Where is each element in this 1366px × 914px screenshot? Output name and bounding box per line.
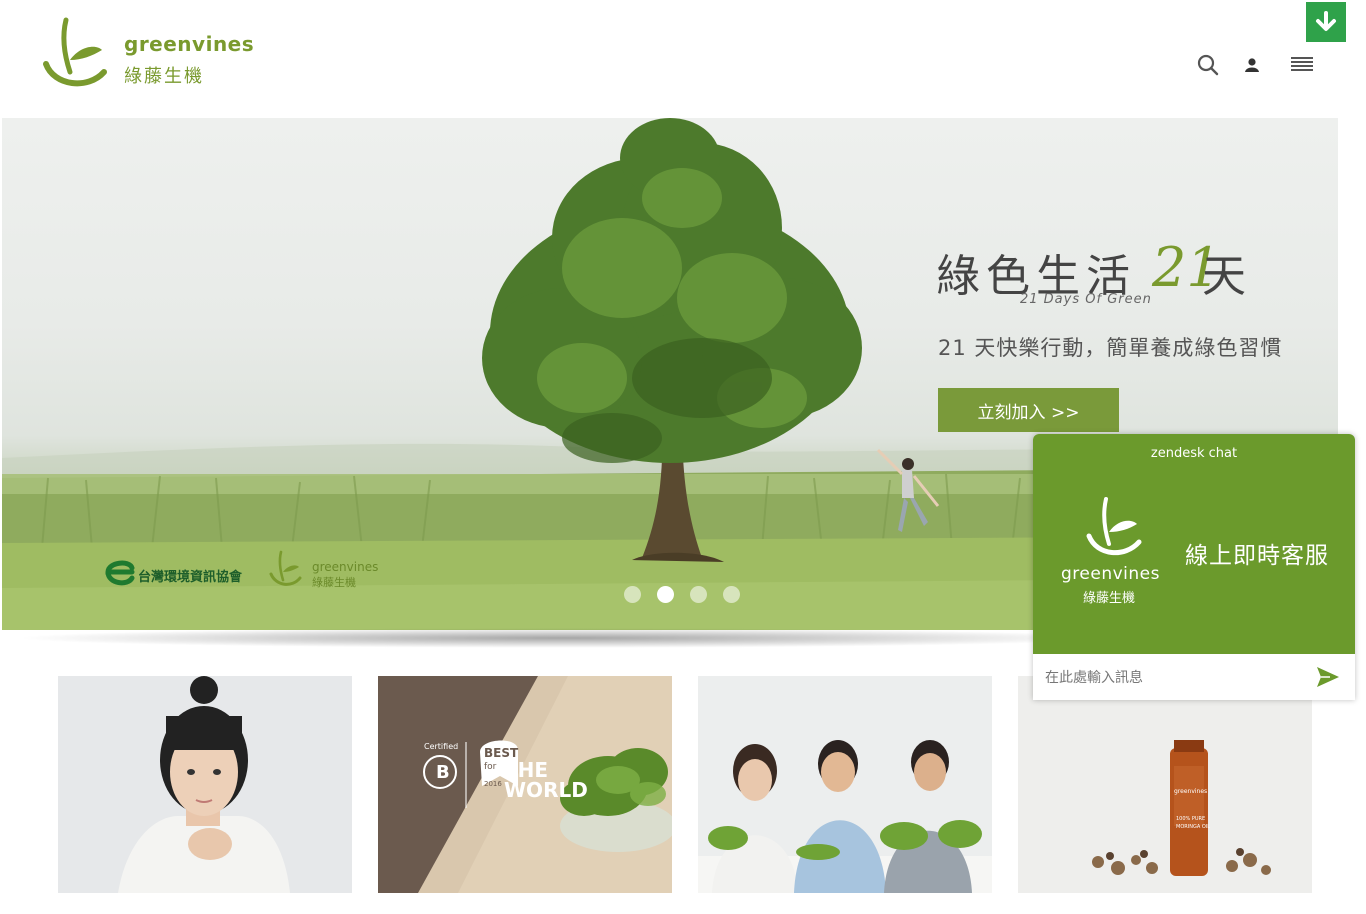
page: greenvines 綠藤生機 台灣環境資訊協會 greenvines 綠藤生機… — [0, 0, 1366, 914]
menu-icon — [1291, 57, 1313, 71]
card-bcorp[interactable]: Certified B BEST for 2016 THE WORLD — [378, 676, 672, 893]
chat-sprout-logo-icon — [1086, 497, 1142, 556]
hero-subtitle: 21 天快樂行動，簡單養成綠色習慣 — [938, 336, 1283, 360]
product-label-1: 100% PURE — [1176, 816, 1206, 822]
chat-title: 線上即時客服 — [1185, 543, 1329, 569]
chat-header: zendesk chat greenvines 綠藤生機 線上即時客服 — [1033, 434, 1355, 654]
sprout-logo-icon — [43, 17, 107, 87]
portrait-image — [58, 676, 352, 893]
chat-widget[interactable]: zendesk chat greenvines 綠藤生機 線上即時客服 — [1033, 434, 1355, 700]
send-icon — [1317, 667, 1339, 687]
product-label-2: MORINGA OIL — [1176, 824, 1211, 830]
greenvines-small-logo-icon — [269, 550, 302, 586]
brand-name-zh: 綠藤生機 — [124, 66, 204, 87]
hero-title-suffix: 天 — [1202, 251, 1246, 302]
arrow-down-icon — [1316, 11, 1336, 31]
carousel-dot-1[interactable] — [624, 586, 641, 603]
carousel-dot-2[interactable] — [657, 586, 674, 603]
team-image — [698, 676, 992, 893]
search-icon — [1197, 54, 1219, 76]
card-portrait[interactable] — [58, 676, 352, 893]
best-year-label: 2016 — [484, 780, 502, 788]
brand-name-en: greenvines — [124, 32, 255, 56]
the-world-label: THE WORLD — [504, 758, 588, 802]
chat-logo-zh: 綠藤生機 — [1083, 591, 1136, 606]
partner-brand-zh: 綠藤生機 — [312, 576, 356, 589]
download-button[interactable] — [1306, 2, 1346, 42]
bcorp-b-label: B — [436, 762, 450, 783]
etea-logo-icon — [105, 560, 135, 586]
join-now-button[interactable]: 立刻加入 >> — [938, 388, 1119, 432]
card-team[interactable] — [698, 676, 992, 893]
hero-title-en: 21 Days Of Green — [1020, 292, 1152, 307]
carousel-dot-3[interactable] — [690, 586, 707, 603]
partner-brand-en: greenvines — [312, 560, 379, 574]
carousel-dot-4[interactable] — [723, 586, 740, 603]
partner-logos: 台灣環境資訊協會 greenvines 綠藤生機 — [102, 550, 402, 594]
hero-shadow — [14, 628, 1114, 648]
site-header: greenvines 綠藤生機 — [0, 0, 1366, 118]
user-icon — [1245, 58, 1259, 72]
search-button[interactable] — [1193, 50, 1223, 80]
chat-brand: zendesk chat — [1150, 446, 1238, 461]
carousel-dots — [624, 586, 740, 603]
chat-message-input[interactable] — [1045, 666, 1305, 690]
account-button[interactable] — [1237, 50, 1267, 80]
bcorp-certified-label: Certified — [424, 742, 459, 751]
chat-logo-en: greenvines — [1061, 564, 1160, 584]
card-product[interactable]: greenvines 100% PURE MORINGA OIL — [1018, 676, 1312, 893]
partner-name: 台灣環境資訊協會 — [138, 570, 243, 585]
moringa-oil-image — [1018, 676, 1312, 893]
brand-logo[interactable]: greenvines 綠藤生機 — [40, 16, 270, 92]
chat-send-button[interactable] — [1313, 662, 1343, 692]
best-for-label: for — [484, 762, 497, 772]
product-brand-label: greenvines — [1174, 788, 1208, 795]
menu-button[interactable] — [1287, 50, 1317, 80]
